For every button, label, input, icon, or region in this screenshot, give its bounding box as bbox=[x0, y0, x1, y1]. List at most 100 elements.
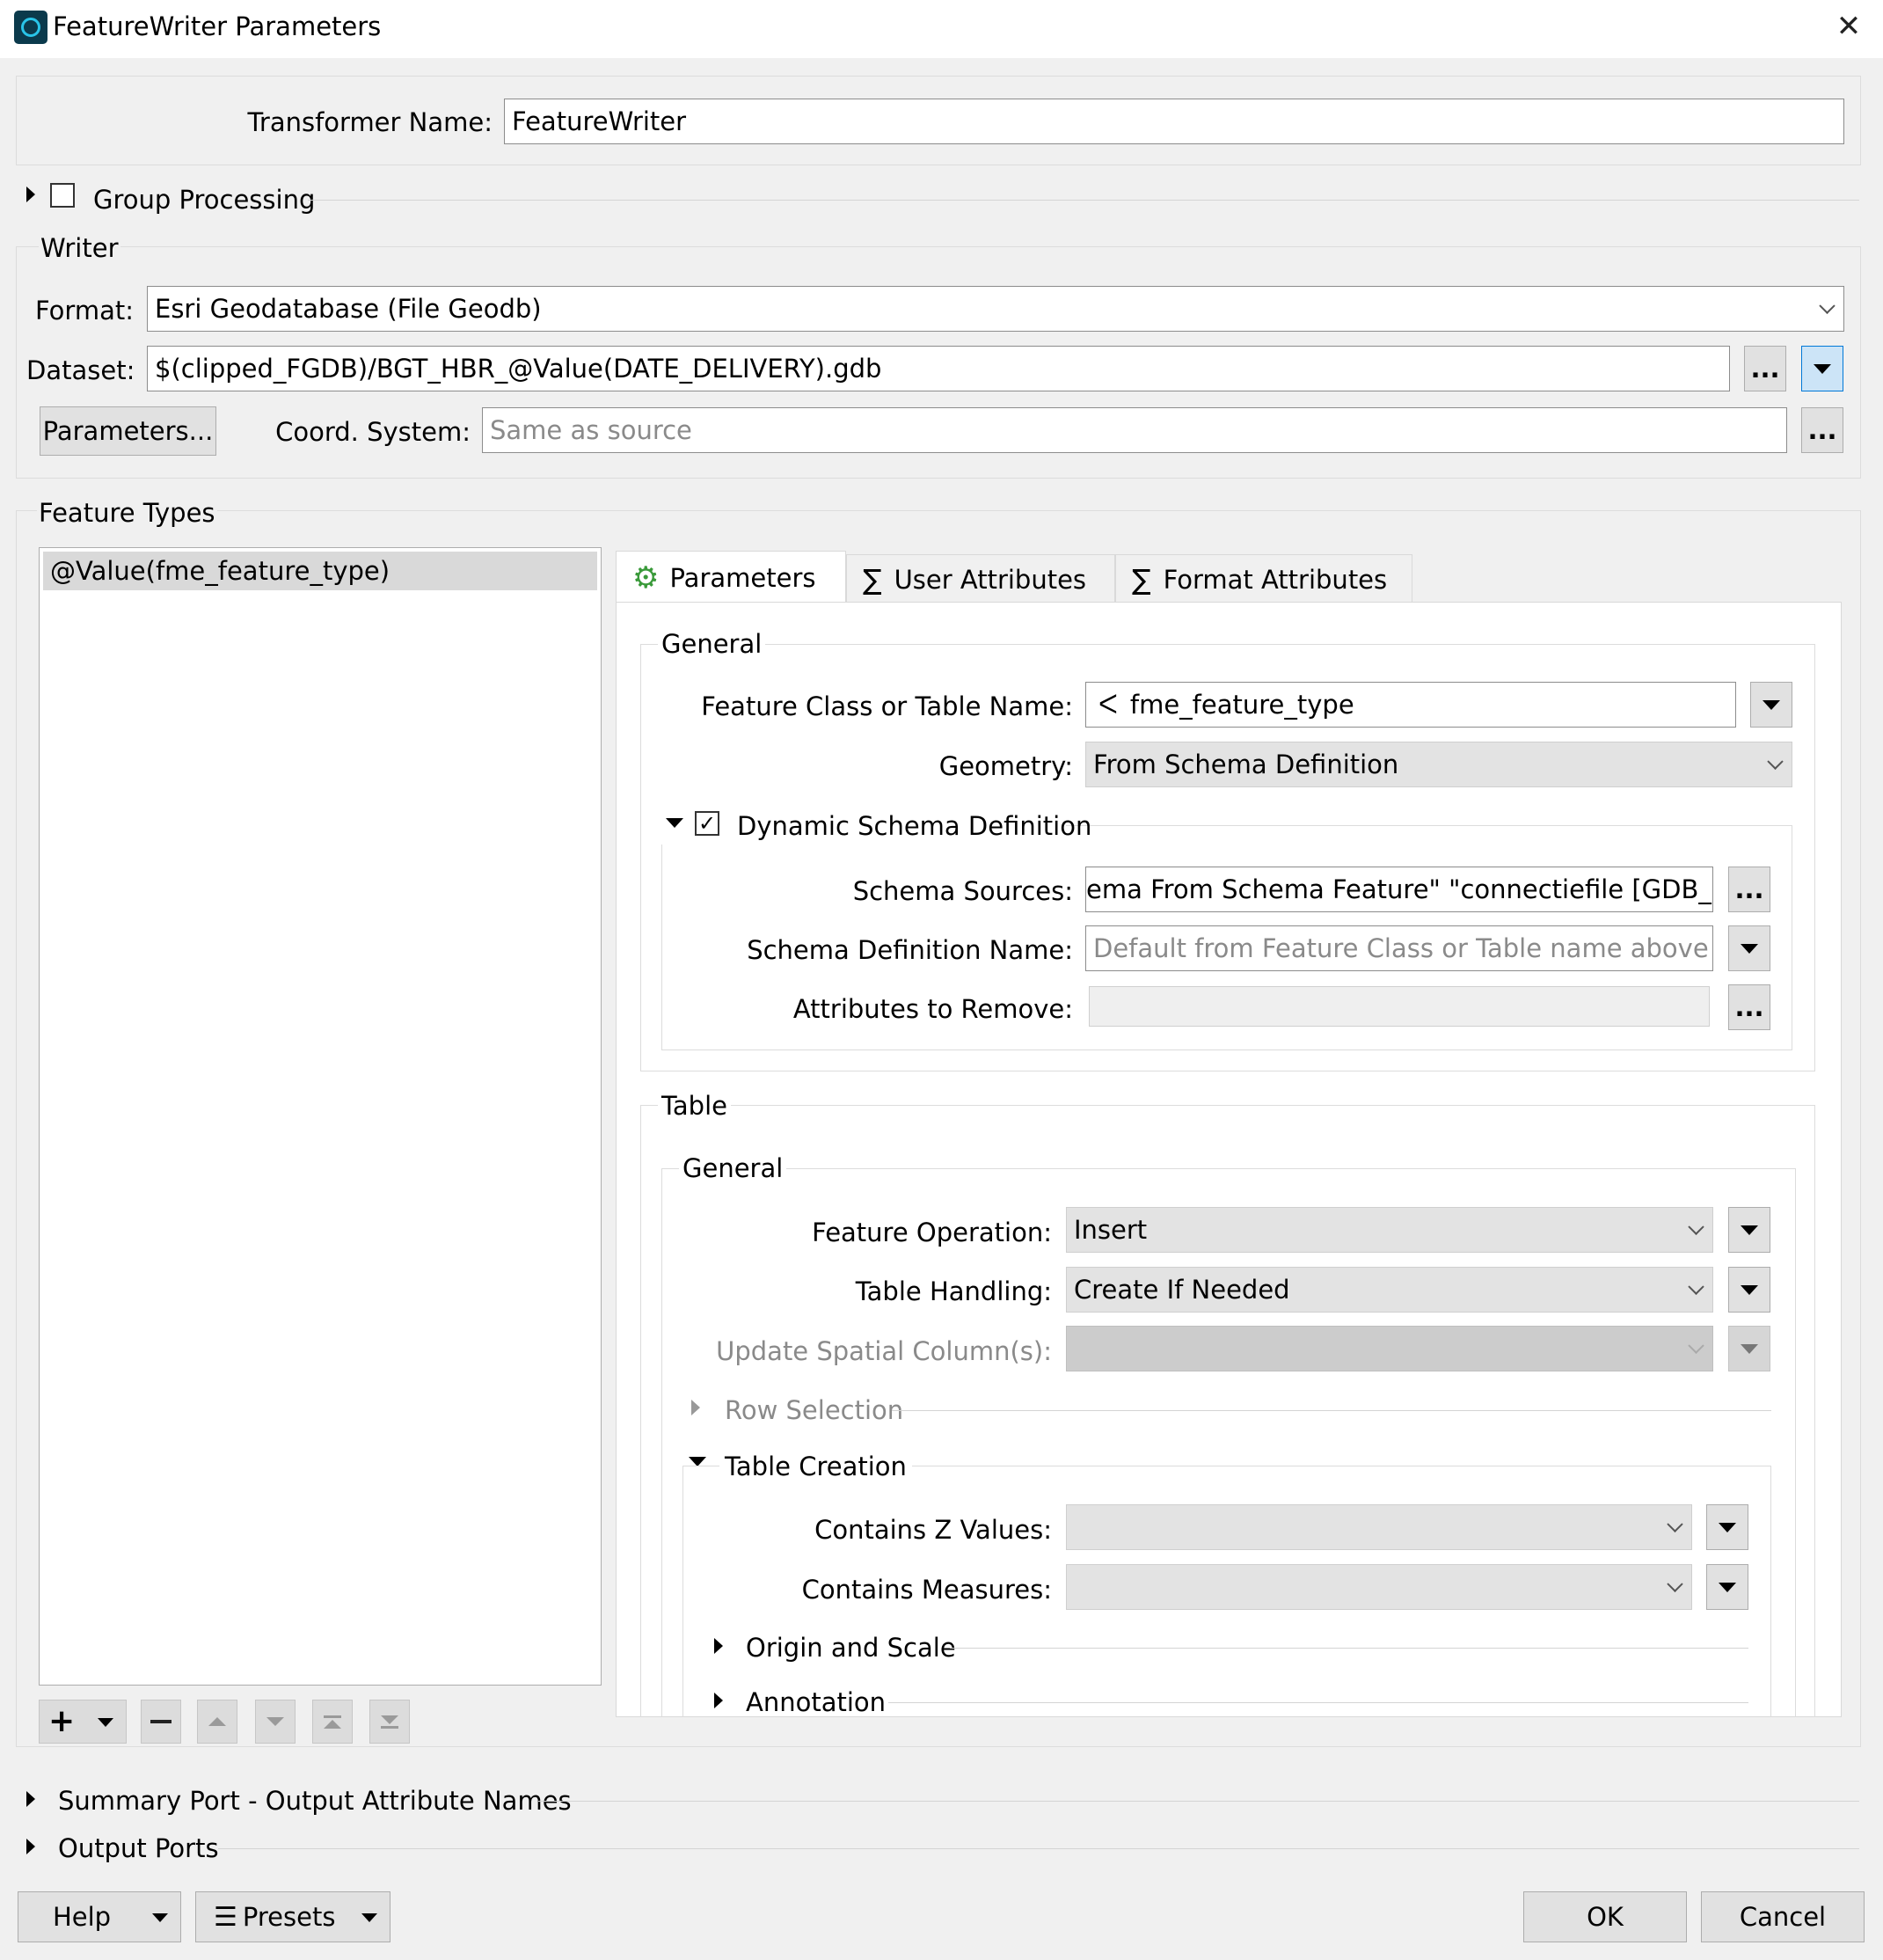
dynamic-schema-checkbox[interactable]: ✓ bbox=[695, 811, 719, 836]
feature-class-label: Feature Class or Table Name: bbox=[701, 691, 1073, 721]
contains-measures-menu-button[interactable] bbox=[1706, 1564, 1748, 1610]
feature-operation-menu-button[interactable] bbox=[1728, 1207, 1770, 1253]
transformer-name-label: Transformer Name: bbox=[247, 107, 493, 137]
attributes-remove-browse-button[interactable]: ... bbox=[1728, 984, 1770, 1030]
group-processing-checkbox[interactable] bbox=[50, 183, 75, 208]
table-heading: Table bbox=[658, 1091, 731, 1121]
move-down-button[interactable] bbox=[255, 1700, 296, 1744]
divider bbox=[308, 200, 1859, 201]
update-spatial-label: Update Spatial Column(s): bbox=[716, 1336, 1052, 1366]
ellipsis-text: ... bbox=[1734, 874, 1764, 904]
table-handling-select[interactable]: Create If Needed bbox=[1066, 1267, 1713, 1313]
sigma-icon: ∑ bbox=[1132, 562, 1151, 596]
coord-system-input[interactable]: Same as source bbox=[482, 407, 1787, 453]
chevron-down-icon bbox=[1667, 1516, 1683, 1532]
update-spatial-select[interactable] bbox=[1066, 1326, 1713, 1371]
output-ports-expand-icon[interactable] bbox=[26, 1839, 35, 1854]
ellipsis-text: ... bbox=[1750, 354, 1780, 384]
move-bottom-button[interactable] bbox=[369, 1700, 410, 1744]
tab-format-attributes[interactable]: ∑ Format Attributes bbox=[1115, 554, 1412, 603]
writer-parameters-button[interactable]: Parameters... bbox=[40, 406, 216, 456]
group-processing-expand-icon[interactable] bbox=[26, 186, 35, 202]
feature-type-item[interactable]: @Value(fme_feature_type) bbox=[43, 552, 597, 590]
ellipsis-text: ... bbox=[1807, 415, 1837, 445]
summary-port-expand-icon[interactable] bbox=[26, 1791, 35, 1807]
parameters-button-label: Parameters... bbox=[42, 416, 214, 446]
ok-button[interactable]: OK bbox=[1523, 1891, 1687, 1942]
annotation-expand-icon[interactable] bbox=[714, 1693, 723, 1708]
remove-feature-type-button[interactable] bbox=[141, 1700, 181, 1744]
minus-icon bbox=[150, 1720, 172, 1723]
arrow-bottom-icon bbox=[381, 1715, 398, 1729]
move-top-button[interactable] bbox=[312, 1700, 353, 1744]
chevron-down-icon bbox=[1767, 753, 1784, 770]
divider bbox=[888, 1702, 1748, 1703]
dataset-menu-button[interactable] bbox=[1801, 346, 1843, 391]
dataset-input[interactable]: $(clipped_FGDB)/BGT_HBR_@Value(DATE_DELI… bbox=[147, 346, 1730, 391]
chevron-down-icon bbox=[1688, 1218, 1704, 1235]
triangle-down-icon bbox=[1741, 1343, 1758, 1354]
help-button[interactable]: Help bbox=[18, 1891, 181, 1942]
dataset-value: $(clipped_FGDB)/BGT_HBR_@Value(DATE_DELI… bbox=[155, 354, 882, 384]
triangle-down-icon bbox=[1763, 699, 1780, 710]
chevron-down-icon bbox=[1688, 1278, 1704, 1295]
format-label: Format: bbox=[35, 296, 134, 325]
help-label: Help bbox=[52, 1902, 112, 1932]
fme-app-icon bbox=[14, 11, 47, 44]
move-up-button[interactable] bbox=[197, 1700, 237, 1744]
contains-z-select[interactable] bbox=[1066, 1504, 1692, 1550]
triangle-down-icon bbox=[1814, 363, 1831, 374]
format-select[interactable]: Esri Geodatabase (File Geodb) bbox=[147, 286, 1844, 332]
schema-def-name-label: Schema Definition Name: bbox=[747, 935, 1073, 965]
feature-class-menu-button[interactable] bbox=[1750, 682, 1792, 728]
plus-icon: + bbox=[48, 1703, 76, 1739]
chevron-down-icon bbox=[1819, 297, 1836, 314]
geometry-value: From Schema Definition bbox=[1093, 750, 1399, 779]
divider bbox=[218, 1848, 1859, 1849]
add-feature-type-button[interactable]: + bbox=[39, 1700, 127, 1744]
presets-label: Presets bbox=[242, 1902, 336, 1932]
divider bbox=[538, 1801, 1859, 1802]
coord-system-browse-button[interactable]: ... bbox=[1801, 407, 1843, 453]
feature-class-value: fme_feature_type bbox=[1129, 690, 1354, 720]
schema-sources-value: ema From Schema Feature" "connectiefile … bbox=[1086, 874, 1712, 904]
row-selection-expand-icon[interactable] bbox=[691, 1400, 700, 1415]
cancel-label: Cancel bbox=[1739, 1902, 1827, 1932]
schema-sources-input[interactable]: ema From Schema Feature" "connectiefile … bbox=[1085, 867, 1713, 912]
close-icon[interactable]: ✕ bbox=[1833, 9, 1865, 44]
feature-type-item-label: @Value(fme_feature_type) bbox=[50, 556, 390, 586]
feature-operation-value: Insert bbox=[1074, 1215, 1148, 1245]
feature-operation-select[interactable]: Insert bbox=[1066, 1207, 1713, 1253]
transformer-name-input[interactable]: FeatureWriter bbox=[504, 99, 1844, 144]
origin-scale-label: Origin and Scale bbox=[746, 1633, 956, 1663]
gear-icon: ⚙ bbox=[632, 559, 660, 596]
feature-types-list[interactable]: @Value(fme_feature_type) bbox=[39, 547, 602, 1686]
feature-class-input[interactable]: ᐸ fme_feature_type bbox=[1085, 682, 1736, 728]
schema-def-name-input[interactable]: Default from Feature Class or Table name… bbox=[1085, 925, 1713, 971]
schema-def-name-menu-button[interactable] bbox=[1728, 925, 1770, 971]
writer-heading: Writer bbox=[39, 233, 120, 263]
coord-system-placeholder: Same as source bbox=[490, 415, 692, 445]
collapse-icon[interactable] bbox=[666, 818, 683, 828]
ellipsis-text: ... bbox=[1734, 992, 1764, 1022]
schema-sources-browse-button[interactable]: ... bbox=[1728, 867, 1770, 912]
attributes-remove-label: Attributes to Remove: bbox=[792, 994, 1073, 1024]
update-spatial-menu-button[interactable] bbox=[1728, 1326, 1770, 1371]
origin-scale-expand-icon[interactable] bbox=[714, 1638, 723, 1654]
cancel-button[interactable]: Cancel bbox=[1701, 1891, 1865, 1942]
table-handling-menu-button[interactable] bbox=[1728, 1267, 1770, 1313]
tab-user-attributes[interactable]: ∑ User Attributes bbox=[846, 554, 1115, 603]
coord-system-label: Coord. System: bbox=[275, 417, 471, 447]
contains-z-menu-button[interactable] bbox=[1706, 1504, 1748, 1550]
schema-def-name-placeholder: Default from Feature Class or Table name… bbox=[1093, 933, 1709, 963]
presets-button[interactable]: ☰ Presets bbox=[195, 1891, 390, 1942]
table-general-heading: General bbox=[679, 1153, 787, 1183]
arrow-down-icon bbox=[266, 1717, 284, 1726]
contains-measures-select[interactable] bbox=[1066, 1564, 1692, 1610]
dropdown-arrow-icon bbox=[152, 1913, 168, 1922]
tab-parameters[interactable]: ⚙ Parameters bbox=[616, 551, 846, 603]
geometry-select[interactable]: From Schema Definition bbox=[1085, 742, 1792, 787]
dataset-browse-button[interactable]: ... bbox=[1744, 346, 1786, 391]
attributes-remove-input[interactable] bbox=[1089, 986, 1710, 1027]
triangle-down-icon bbox=[1741, 1225, 1758, 1235]
